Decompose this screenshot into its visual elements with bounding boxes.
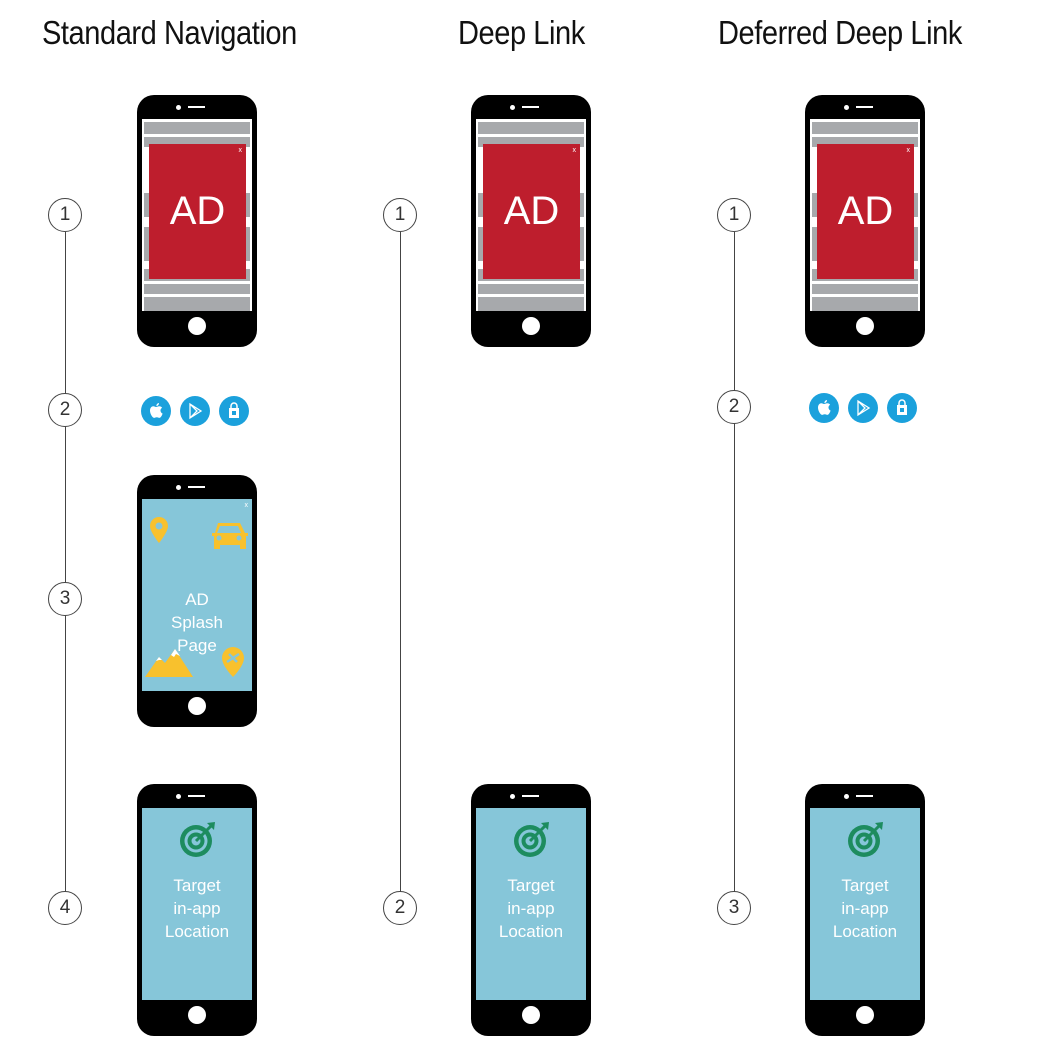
target-icon bbox=[848, 822, 883, 857]
google-play-icon[interactable] bbox=[848, 393, 878, 423]
airplane-pin-icon bbox=[222, 647, 244, 677]
timeline-connector bbox=[734, 232, 735, 892]
screen: AD x bbox=[810, 119, 920, 311]
speaker bbox=[188, 486, 205, 488]
speaker bbox=[522, 106, 539, 108]
app-store-icons bbox=[809, 393, 917, 423]
screen: Target in-app Location bbox=[142, 808, 252, 1000]
camera bbox=[844, 105, 849, 110]
screen: AD x bbox=[476, 119, 586, 311]
apple-icon[interactable] bbox=[809, 393, 839, 423]
ad-banner[interactable]: AD x bbox=[483, 144, 580, 279]
phone-ad-screen: AD x bbox=[137, 95, 257, 347]
timeline-connector bbox=[65, 232, 66, 892]
screen: x AD Splash Page bbox=[142, 499, 252, 691]
step-marker-1: 1 bbox=[383, 198, 417, 232]
google-play-icon[interactable] bbox=[180, 396, 210, 426]
mountains-icon bbox=[145, 649, 193, 677]
timeline-connector bbox=[400, 232, 401, 892]
windows-store-icon[interactable] bbox=[887, 393, 917, 423]
phone-splash-screen: x AD Splash Page bbox=[137, 475, 257, 727]
step-marker-1: 1 bbox=[48, 198, 82, 232]
screen: Target in-app Location bbox=[476, 808, 586, 1000]
target-text: Target in-app Location bbox=[498, 876, 564, 941]
location-pin-icon bbox=[150, 517, 168, 543]
home-button bbox=[188, 1006, 206, 1024]
step-marker-1: 1 bbox=[717, 198, 751, 232]
camera bbox=[510, 105, 515, 110]
target-text: Target in-app Location bbox=[832, 876, 898, 941]
ad-label: AD bbox=[837, 189, 894, 233]
home-button bbox=[522, 1006, 540, 1024]
step-marker-4: 4 bbox=[48, 891, 82, 925]
ad-banner[interactable]: AD x bbox=[817, 144, 914, 279]
camera bbox=[176, 105, 181, 110]
speaker bbox=[188, 106, 205, 108]
home-button bbox=[188, 697, 206, 715]
close-icon[interactable]: x bbox=[245, 502, 249, 509]
close-icon[interactable]: x bbox=[239, 147, 243, 154]
home-button bbox=[188, 317, 206, 335]
phone-ad-screen: AD x bbox=[471, 95, 591, 347]
car-icon bbox=[212, 523, 248, 549]
step-marker-2: 2 bbox=[383, 891, 417, 925]
home-button bbox=[856, 317, 874, 335]
camera bbox=[176, 485, 181, 490]
home-button bbox=[856, 1006, 874, 1024]
windows-store-icon[interactable] bbox=[219, 396, 249, 426]
ad-banner[interactable]: AD x bbox=[149, 144, 246, 279]
camera bbox=[176, 794, 181, 799]
screen: AD x bbox=[142, 119, 252, 311]
phone-target-screen: Target in-app Location bbox=[805, 784, 925, 1036]
speaker bbox=[188, 795, 205, 797]
app-store-icons bbox=[141, 396, 249, 426]
apple-icon[interactable] bbox=[141, 396, 171, 426]
step-marker-2: 2 bbox=[717, 390, 751, 424]
close-icon[interactable]: x bbox=[907, 147, 911, 154]
phone-target-screen: Target in-app Location bbox=[471, 784, 591, 1036]
target-icon bbox=[514, 822, 549, 857]
target-text: Target in-app Location bbox=[164, 876, 230, 941]
speaker bbox=[856, 795, 873, 797]
column-title-deferred-deep-link: Deferred Deep Link bbox=[718, 14, 962, 51]
close-icon[interactable]: x bbox=[573, 147, 577, 154]
phone-ad-screen: AD x bbox=[805, 95, 925, 347]
ad-label: AD bbox=[169, 189, 226, 233]
phone-target-screen: Target in-app Location bbox=[137, 784, 257, 1036]
screen: Target in-app Location bbox=[810, 808, 920, 1000]
step-marker-3: 3 bbox=[48, 582, 82, 616]
target-icon bbox=[180, 822, 215, 857]
column-title-deep-link: Deep Link bbox=[458, 14, 585, 51]
speaker bbox=[522, 795, 539, 797]
camera bbox=[510, 794, 515, 799]
ad-label: AD bbox=[503, 189, 560, 233]
speaker bbox=[856, 106, 873, 108]
camera bbox=[844, 794, 849, 799]
column-title-standard-navigation: Standard Navigation bbox=[42, 14, 297, 51]
step-marker-3: 3 bbox=[717, 891, 751, 925]
step-marker-2: 2 bbox=[48, 393, 82, 427]
home-button bbox=[522, 317, 540, 335]
